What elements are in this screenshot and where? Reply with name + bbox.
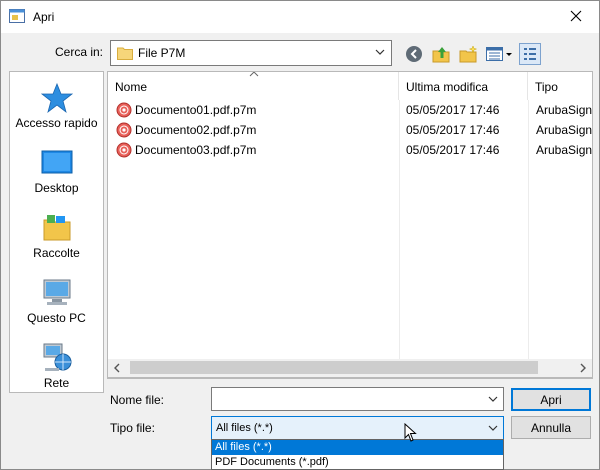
view-menu-button[interactable]	[484, 43, 514, 65]
open-file-dialog: Apri Cerca in: File P7M Accesso rapido D…	[0, 0, 600, 470]
cancel-button[interactable]: Annulla	[511, 416, 591, 439]
filetype-select[interactable]: All files (*.*)	[211, 416, 504, 440]
column-header-label: Tipo	[535, 80, 558, 94]
folder-icon	[117, 47, 133, 60]
file-date: 05/05/2017 17:46	[406, 103, 500, 117]
mouse-cursor-icon	[404, 423, 417, 442]
lookin-value: File P7M	[138, 46, 186, 60]
column-header-name[interactable]: Nome	[108, 72, 399, 100]
chevron-down-icon[interactable]	[486, 421, 500, 435]
scroll-right-icon[interactable]	[578, 362, 588, 374]
filetype-dropdown-list: All files (*.*) PDF Documents (*.pdf)	[211, 439, 504, 470]
back-button[interactable]	[403, 43, 425, 65]
window-title: Apri	[33, 10, 55, 24]
file-type: ArubaSign	[536, 103, 593, 117]
open-button[interactable]: Apri	[511, 388, 591, 411]
column-header-date[interactable]: Ultima modifica	[399, 72, 528, 100]
place-label: Questo PC	[27, 311, 86, 325]
place-label: Rete	[43, 376, 70, 390]
up-folder-icon	[432, 47, 450, 63]
file-date: 05/05/2017 17:46	[406, 123, 500, 137]
table-row[interactable]: Documento03.pdf.p7m 05/05/2017 17:46 Aru…	[108, 140, 593, 160]
file-list[interactable]: Nome Ultima modifica Tipo Documento01.pd…	[107, 71, 593, 379]
chevron-down-icon[interactable]	[373, 45, 387, 59]
toolbar	[403, 42, 541, 66]
view-menu-icon	[486, 47, 512, 61]
network-icon	[43, 343, 72, 371]
filetype-label: Tipo file:	[110, 421, 155, 435]
table-row[interactable]: Documento02.pdf.p7m 05/05/2017 17:46 Aru…	[108, 120, 593, 140]
file-type: ArubaSign	[536, 143, 593, 157]
place-label: Raccolte	[33, 246, 80, 260]
column-header-label: Nome	[115, 80, 148, 94]
new-folder-icon	[459, 45, 478, 63]
open-dialog-icon	[9, 9, 25, 23]
details-view-button[interactable]	[519, 43, 541, 65]
file-name: Documento02.pdf.p7m	[135, 123, 257, 137]
place-desktop[interactable]: Desktop	[10, 147, 103, 209]
file-type: ArubaSign	[536, 123, 593, 137]
column-header-label: Ultima modifica	[406, 80, 489, 94]
scrollbar-thumb[interactable]	[130, 361, 538, 374]
place-label: Accesso rapido	[15, 116, 98, 130]
filename-label: Nome file:	[110, 393, 165, 407]
new-folder-button[interactable]	[457, 43, 479, 65]
close-icon	[570, 10, 582, 22]
file-date: 05/05/2017 17:46	[406, 143, 500, 157]
signed-file-icon	[116, 102, 132, 118]
filetype-option[interactable]: All files (*.*)	[212, 440, 503, 455]
details-view-icon	[524, 48, 536, 60]
place-questo-pc[interactable]: Questo PC	[10, 277, 103, 339]
column-header-type[interactable]: Tipo	[528, 72, 592, 100]
signed-file-icon	[116, 142, 132, 158]
star-icon	[41, 82, 73, 114]
file-name: Documento01.pdf.p7m	[135, 103, 257, 117]
place-label: Desktop	[34, 181, 79, 195]
file-name: Documento03.pdf.p7m	[135, 143, 257, 157]
back-icon	[406, 46, 422, 62]
filename-field[interactable]	[211, 387, 504, 411]
desktop-icon	[41, 150, 73, 174]
horizontal-scrollbar[interactable]	[107, 359, 593, 378]
chevron-down-icon[interactable]	[486, 392, 500, 406]
place-accesso-rapido[interactable]: Accesso rapido	[10, 82, 103, 144]
computer-icon	[43, 279, 71, 305]
up-folder-button[interactable]	[430, 43, 452, 65]
close-button[interactable]	[553, 1, 599, 31]
lookin-label: Cerca in:	[55, 45, 104, 59]
filetype-option[interactable]: PDF Documents (*.pdf)	[212, 455, 503, 470]
filetype-value: All files (*.*)	[216, 422, 273, 434]
title-bar: Apri	[1, 1, 599, 33]
places-bar: Accesso rapido Desktop Raccolte Questo P…	[9, 71, 104, 393]
scroll-left-icon[interactable]	[112, 362, 122, 374]
lookin-combo[interactable]: File P7M	[110, 40, 392, 66]
table-row[interactable]: Documento01.pdf.p7m 05/05/2017 17:46 Aru…	[108, 100, 593, 120]
place-rete[interactable]: Rete	[10, 342, 103, 404]
signed-file-icon	[116, 122, 132, 138]
sort-ascending-icon	[249, 72, 259, 77]
place-raccolte[interactable]: Raccolte	[10, 212, 103, 274]
libraries-icon	[43, 215, 71, 241]
